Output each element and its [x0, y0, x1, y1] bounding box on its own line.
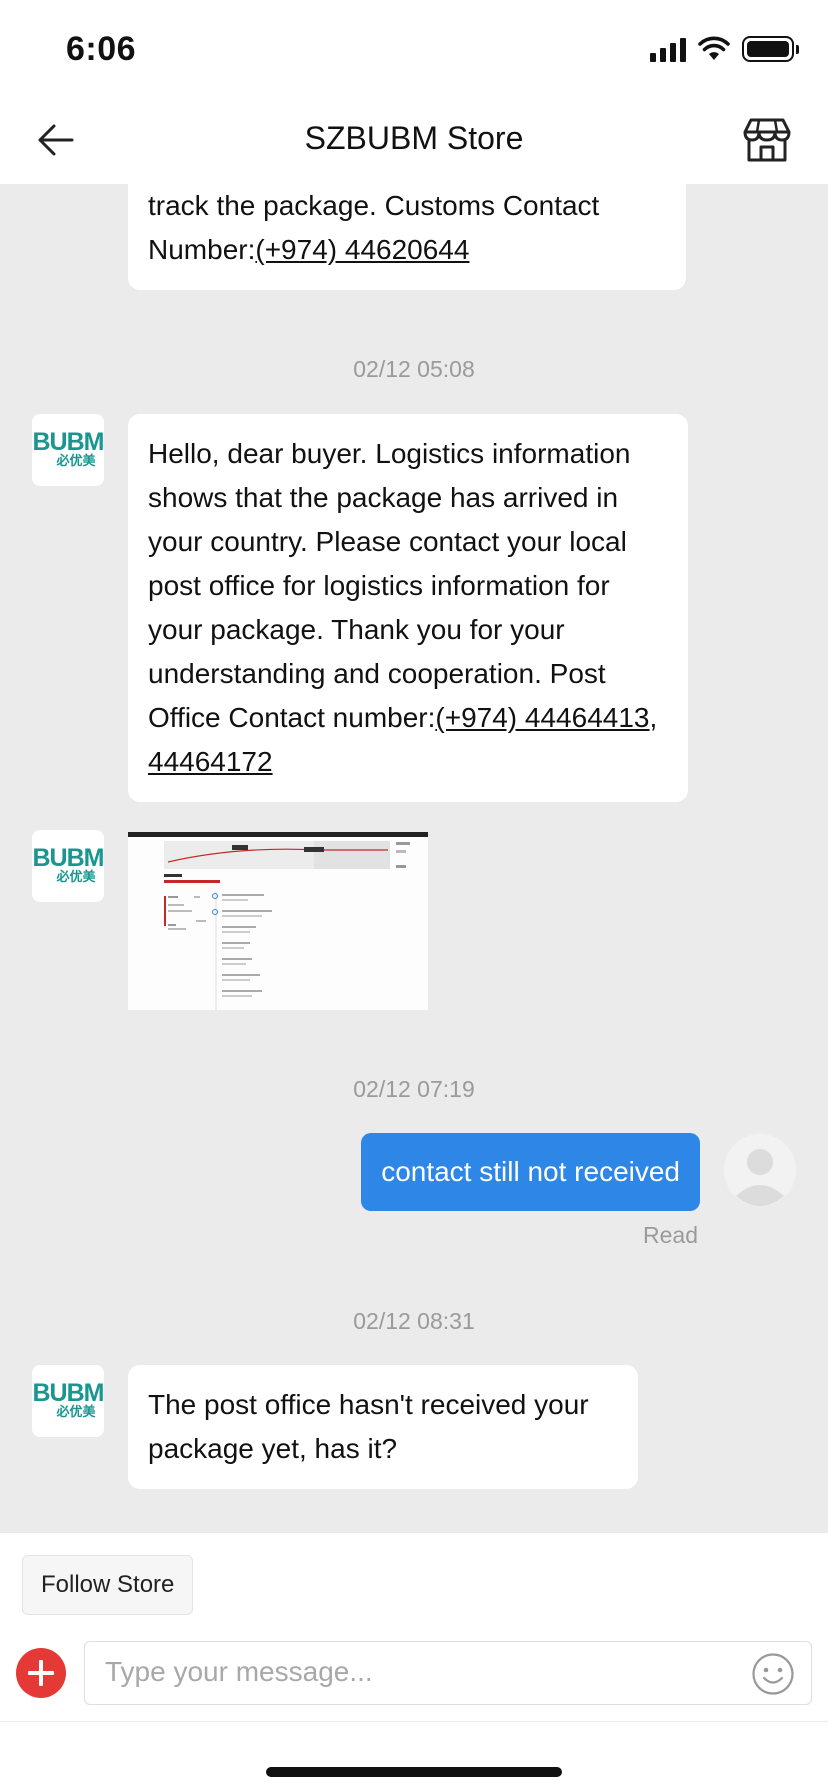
emoji-icon[interactable] [751, 1652, 795, 1696]
divider [0, 1721, 828, 1722]
status-icons [650, 36, 799, 62]
chat-area[interactable]: track the package. Customs Contact Numbe… [0, 184, 828, 1533]
user-avatar[interactable] [724, 1134, 796, 1206]
image-message-thumbnail[interactable] [128, 832, 428, 1010]
message-text: The post office hasn't received your pac… [148, 1389, 589, 1464]
store-logo-subtext: 必优美 [56, 1405, 96, 1420]
message-bubble: The post office hasn't received your pac… [128, 1365, 638, 1489]
customs-phone-link[interactable]: (+974) 44620644 [255, 234, 469, 265]
home-indicator[interactable] [266, 1767, 562, 1777]
phone-separator: , [649, 702, 658, 733]
timestamp: 02/12 07:19 [353, 1076, 475, 1102]
status-bar: 6:06 [0, 0, 828, 100]
store-avatar[interactable]: BUBM 必优美 [32, 414, 105, 486]
message-input[interactable] [105, 1642, 725, 1702]
store-avatar[interactable]: BUBM 必优美 [32, 830, 105, 902]
plus-icon[interactable] [16, 1648, 66, 1698]
message-bubble: Hello, dear buyer. Logistics information… [128, 414, 688, 802]
message-text: Hello, dear buyer. Logistics information… [148, 438, 631, 733]
store-logo-subtext: 必优美 [56, 454, 96, 469]
timestamp: 02/12 08:31 [353, 1308, 475, 1334]
user-avatar-icon [724, 1134, 796, 1206]
store-icon[interactable] [742, 114, 792, 164]
read-status: Read [643, 1222, 698, 1248]
battery-icon [742, 36, 799, 62]
follow-store-button[interactable]: Follow Store [22, 1555, 194, 1615]
page-title: SZBUBM Store [304, 120, 524, 156]
tracking-screenshot-image [128, 832, 428, 1010]
status-time: 6:06 [66, 30, 137, 68]
store-logo-text: BUBM [32, 428, 105, 456]
signal-icon [650, 36, 686, 62]
store-logo-subtext: 必优美 [56, 870, 96, 885]
post-office-phone-link[interactable]: (+974) 44464413 [435, 702, 649, 733]
store-logo-text: BUBM [32, 1379, 105, 1407]
my-message-bubble: contact still not received [361, 1133, 700, 1211]
post-office-phone-link-2[interactable]: 44464172 [148, 746, 273, 777]
timestamp: 02/12 05:08 [353, 356, 475, 382]
nav-bar: SZBUBM Store [0, 100, 828, 184]
store-logo-text: BUBM [32, 844, 105, 872]
wifi-icon [698, 36, 730, 60]
store-avatar[interactable]: BUBM 必优美 [32, 1365, 105, 1437]
message-bubble-partial: track the package. Customs Contact Numbe… [128, 184, 686, 290]
message-input-box[interactable] [84, 1641, 812, 1705]
composer-panel: Follow Store [0, 1533, 828, 1792]
